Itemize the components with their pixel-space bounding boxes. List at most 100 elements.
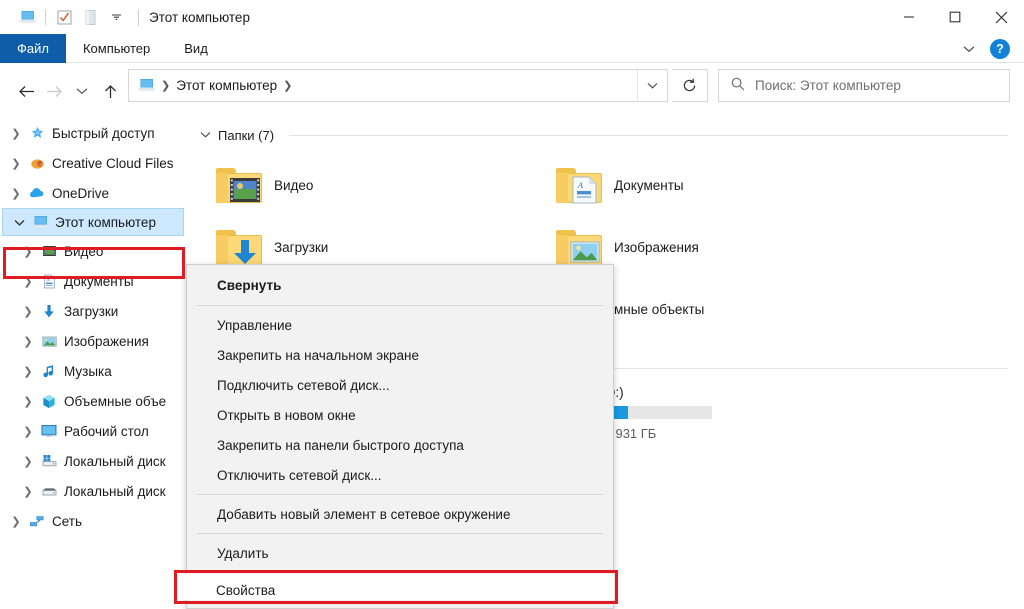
downloads-folder-icon [216,228,262,266]
context-menu-item-pin-to-start[interactable]: Закрепить на начальном экране [187,340,613,370]
sidebar-item-3d-objects[interactable]: ❯ Объемные объе [0,386,186,416]
chevron-right-icon[interactable]: ❯ [6,187,26,200]
sidebar-item-local-disk-c[interactable]: ❯ Локальный диск [0,446,186,476]
chevron-right-icon[interactable]: ❯ [18,365,38,378]
this-pc-icon[interactable] [138,78,155,93]
search-input[interactable]: Поиск: Этот компьютер [718,69,1010,102]
sidebar-item-this-pc[interactable]: Этот компьютер [2,208,184,236]
chevron-right-icon[interactable]: ❯ [6,127,26,140]
chevron-down-icon[interactable] [200,129,211,141]
context-menu-item-properties-visible[interactable]: Свойства [186,575,606,605]
folder-label: Документы [614,177,684,193]
back-icon[interactable] [12,76,40,106]
context-menu-item-manage[interactable]: Управление [187,310,613,340]
creative-cloud-icon: Cc [26,156,48,171]
tab-view[interactable]: Вид [167,34,225,63]
toolbar-divider [45,9,46,25]
chevron-right-icon[interactable]: ❯ [18,275,38,288]
help-button[interactable]: ? [990,38,1010,59]
properties-checkbox-icon[interactable] [51,4,77,30]
context-menu-item-add-network-location[interactable]: Добавить новый элемент в сетевое окружен… [187,499,613,529]
context-menu: Свернуть Управление Закрепить на начальн… [186,264,614,609]
tab-computer[interactable]: Компьютер [66,34,167,63]
refresh-icon[interactable] [672,69,708,102]
folder-label: мные объекты [614,301,705,317]
sidebar-item-network[interactable]: ❯ Сеть [0,506,186,536]
chevron-right-icon[interactable]: ❯ [6,515,26,528]
sidebar-item-label: Документы [64,273,134,289]
group-header-folders[interactable]: Папки (7) [186,122,1024,148]
context-menu-separator [197,305,603,306]
sidebar-item-music[interactable]: ❯ Музыка [0,356,186,386]
context-menu-item-pin-to-quick-access[interactable]: Закрепить на панели быстрого доступа [187,430,613,460]
breadcrumb-item-this-pc[interactable]: Этот компьютер [176,78,277,93]
folder-item-videos[interactable]: Видео [216,154,556,216]
chevron-right-icon[interactable]: ❯ [18,395,38,408]
pictures-folder-icon [556,228,602,266]
sidebar-item-label: Локальный диск [64,483,166,499]
sidebar-item-documents[interactable]: ❯ A Документы [0,266,186,296]
recent-locations-icon[interactable] [68,76,96,106]
chevron-down-icon[interactable] [9,219,29,226]
maximize-icon[interactable] [932,0,978,34]
chevron-right-icon[interactable]: ❯ [18,425,38,438]
chevron-down-icon[interactable] [956,36,982,62]
3d-objects-icon [38,394,60,409]
chevron-right-icon[interactable]: ❯ [18,305,38,318]
sidebar-item-videos[interactable]: ❯ Видео [0,236,186,266]
desktop-icon [38,424,60,438]
context-menu-item-collapse[interactable]: Свернуть [187,269,613,301]
folder-label: Изображения [614,239,699,255]
minimize-icon[interactable] [886,0,932,34]
sidebar-item-label: Сеть [52,513,83,529]
sidebar-item-desktop[interactable]: ❯ Рабочий стол [0,416,186,446]
context-menu-item-delete[interactable]: Удалить [187,538,613,568]
new-folder-icon[interactable] [77,4,103,30]
chevron-right-icon[interactable]: ❯ [6,157,26,170]
title-bar: Этот компьютер [0,0,1024,34]
context-menu-item-map-network-drive[interactable]: Подключить сетевой диск... [187,370,613,400]
sidebar-item-quick-access[interactable]: ❯ Быстрый доступ [0,118,186,148]
close-icon[interactable] [978,0,1024,34]
chevron-right-icon[interactable]: ❯ [18,245,38,258]
quick-access-toolbar: Этот компьютер [0,0,250,34]
breadcrumb-separator-icon: ❯ [161,80,171,92]
pictures-folder-icon [38,335,60,348]
cloud-icon [26,186,48,200]
ribbon-right-controls: ? [956,34,1018,63]
chevron-right-icon[interactable]: ❯ [18,485,38,498]
forward-icon[interactable] [40,76,68,106]
svg-text:A: A [577,181,583,190]
folder-label: Видео [274,177,314,193]
ribbon-tab-bar: Файл Компьютер Вид ? [0,34,1024,63]
sidebar-item-label: Быстрый доступ [52,125,155,141]
breadcrumb: ❯ Этот компьютер ❯ [129,78,294,93]
title-divider [138,8,139,26]
sidebar-item-local-disk-d[interactable]: ❯ Локальный диск [0,476,186,506]
folder-item-documents[interactable]: A Документы [556,154,896,216]
breadcrumb-separator-icon-2[interactable]: ❯ [281,79,294,92]
documents-folder-icon: A [556,166,602,204]
svg-text:Cc: Cc [37,162,41,166]
up-icon[interactable] [96,76,124,106]
this-pc-icon[interactable] [14,4,40,30]
sidebar-item-pictures[interactable]: ❯ Изображения [0,326,186,356]
navigation-pane: ❯ Быстрый доступ ❯ Cc Creative Cloud Fil… [0,118,186,609]
sidebar-item-creative-cloud-files[interactable]: ❯ Cc Creative Cloud Files [0,148,186,178]
context-menu-item-open-in-new-window[interactable]: Открыть в новом окне [187,400,613,430]
context-menu-item-disconnect-network-drive[interactable]: Отключить сетевой диск... [187,460,613,490]
chevron-right-icon[interactable]: ❯ [18,455,38,468]
svg-text:A: A [46,277,50,282]
downloads-folder-icon [38,304,60,319]
address-bar[interactable]: ❯ Этот компьютер ❯ [128,69,668,102]
address-dropdown-icon[interactable] [637,70,667,101]
sidebar-item-onedrive[interactable]: ❯ OneDrive [0,178,186,208]
sidebar-item-downloads[interactable]: ❯ Загрузки [0,296,186,326]
context-menu-separator [197,533,603,534]
this-pc-icon [29,215,51,230]
chevron-right-icon[interactable]: ❯ [18,335,38,348]
star-pin-icon [26,126,48,141]
tab-file[interactable]: Файл [0,34,66,63]
search-icon [731,77,745,94]
dropdown-caret-icon[interactable] [103,4,129,30]
